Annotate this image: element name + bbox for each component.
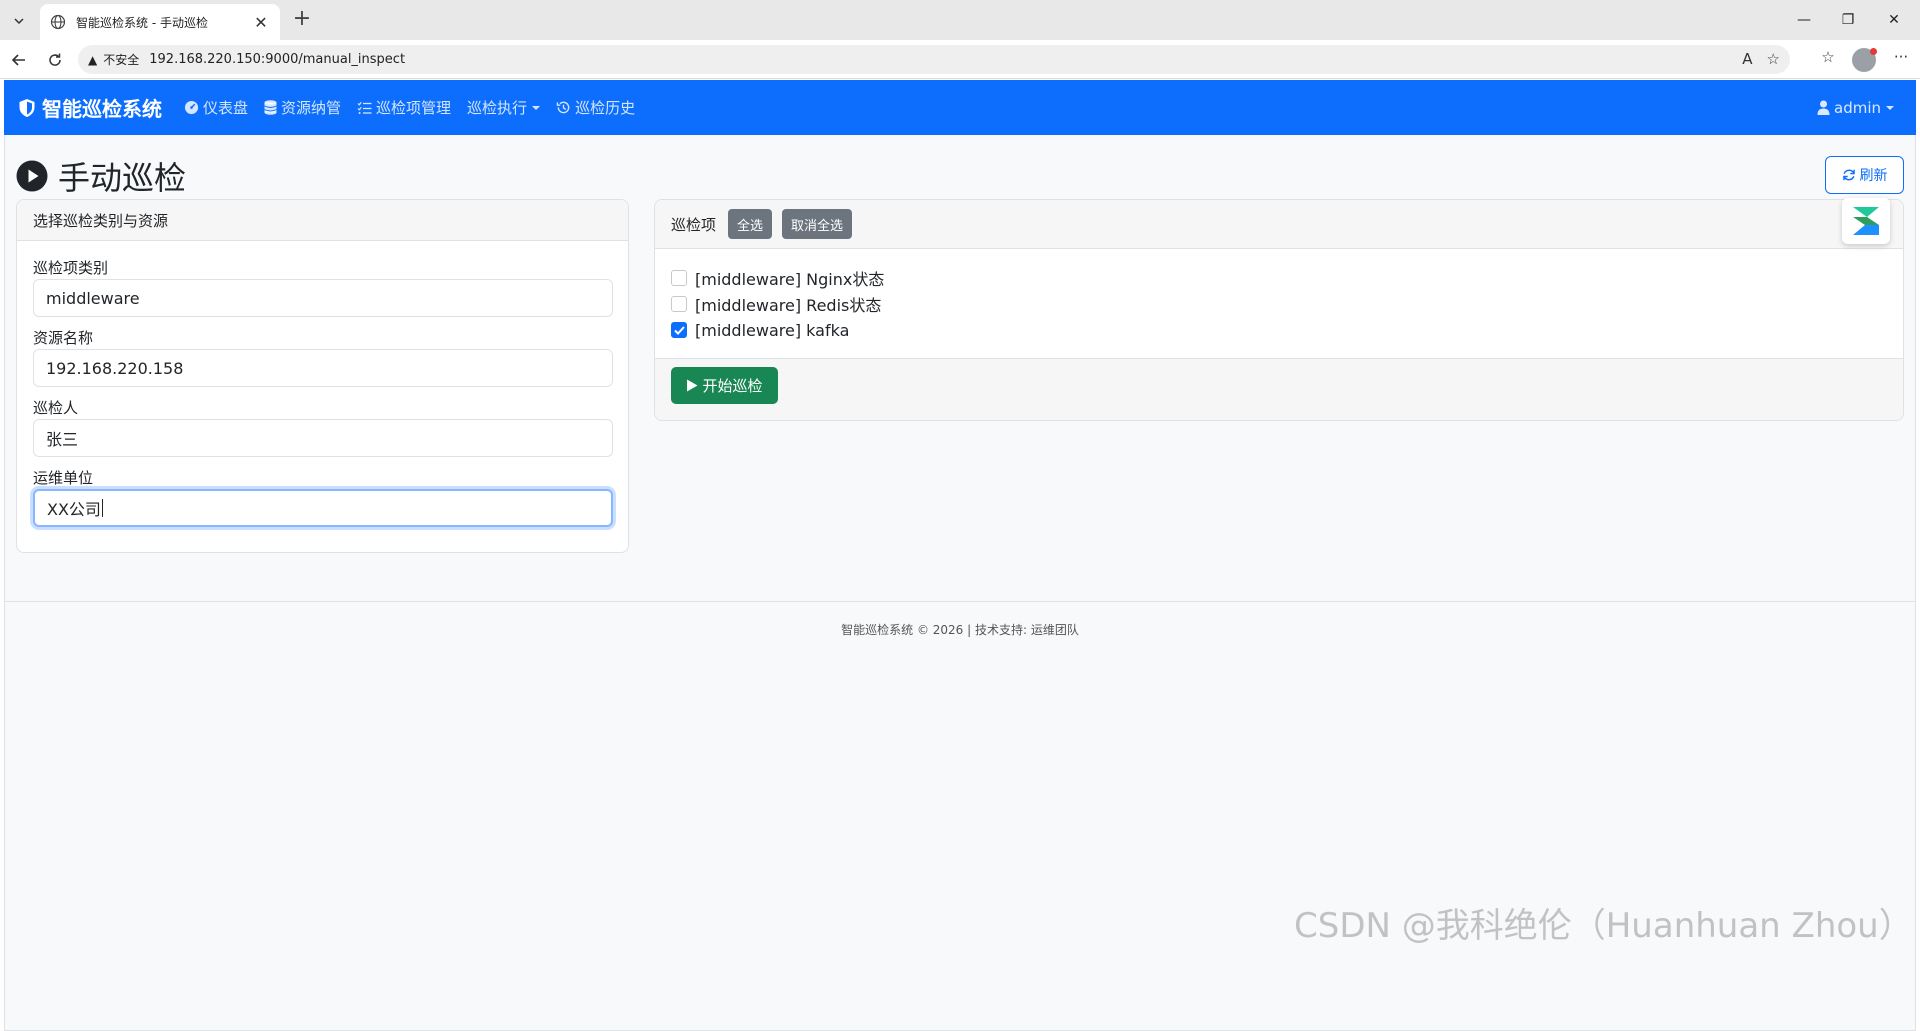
inspect-item-label: [middleware] Redis状态	[695, 296, 882, 315]
nav-link-label: 巡检执行	[467, 99, 528, 117]
text-cursor	[101, 499, 103, 517]
footer-divider	[4, 601, 1916, 602]
window-close-icon[interactable]: ✕	[1872, 6, 1916, 34]
start-inspect-button[interactable]: 开始巡检	[671, 367, 778, 404]
nav-link-inspect-items[interactable]: 巡检项管理	[357, 97, 451, 118]
selection-card-header: 选择巡检类别与资源	[17, 200, 628, 241]
refresh-icon	[1842, 169, 1855, 181]
globe-icon	[50, 14, 66, 30]
check-mark-icon	[673, 325, 685, 335]
user-menu[interactable]: admin	[1817, 80, 1894, 135]
brand-name: 智能巡检系统	[42, 97, 162, 121]
extension-logo-icon	[1853, 207, 1879, 235]
nav-link-resources[interactable]: 资源纳管	[264, 97, 341, 118]
inspect-items-label: 巡检项	[671, 215, 717, 234]
checkbox-unchecked[interactable]	[671, 270, 687, 286]
nav-link-dashboard[interactable]: 仪表盘	[184, 97, 248, 118]
top-navbar: 智能巡检系统 仪表盘 资源纳管 巡检项管理 巡检执行 巡检历史 admin	[4, 80, 1916, 135]
page-title: 手动巡检	[16, 153, 186, 199]
notification-dot	[1870, 48, 1877, 55]
nav-link-label: 巡检历史	[575, 99, 636, 117]
tab-close-icon[interactable]: ✕	[252, 13, 270, 32]
more-menu-icon[interactable]: ···	[1888, 48, 1914, 72]
read-aloud-icon[interactable]: A	[1742, 50, 1752, 68]
url-text[interactable]: 192.168.220.150:9000/manual_inspect	[149, 52, 405, 67]
inspect-items-card-footer: 开始巡检	[655, 358, 1903, 420]
history-icon	[556, 101, 570, 114]
play-circle-icon	[16, 160, 48, 192]
address-bar[interactable]: ▲ 不安全 192.168.220.150:9000/manual_inspec…	[78, 45, 1790, 74]
play-icon	[687, 379, 698, 392]
favorite-star-icon[interactable]: ☆	[1767, 50, 1780, 68]
browser-tabstrip: 智能巡检系统 - 手动巡检 ✕ + — ❐ ✕	[0, 0, 1920, 40]
selection-card: 选择巡检类别与资源 巡检项类别 middleware 资源名称 192.168.…	[16, 199, 629, 553]
resource-name-label: 资源名称	[33, 329, 94, 347]
caret-down-icon	[532, 105, 541, 110]
nav-link-label: 仪表盘	[203, 99, 249, 117]
shield-icon	[19, 98, 35, 117]
inspector-value: 张三	[46, 430, 79, 449]
brand[interactable]: 智能巡检系统	[18, 93, 162, 122]
inspector-input[interactable]: 张三	[33, 419, 613, 457]
select-all-button[interactable]: 全选	[728, 209, 773, 239]
category-label: 巡检项类别	[33, 259, 109, 277]
ops-unit-input[interactable]: XX公司	[33, 489, 613, 527]
inspect-item-label: [middleware] Nginx状态	[695, 270, 885, 289]
warning-triangle-icon: ▲	[88, 52, 98, 67]
list-check-icon	[357, 101, 372, 114]
category-value: middleware	[46, 288, 140, 308]
inspect-items-card-header: 巡检项 全选 取消全选	[655, 200, 1903, 249]
deselect-all-button[interactable]: 取消全选	[782, 209, 853, 239]
inspect-items-card: 巡检项 全选 取消全选 [middleware] Nginx状态 [middle…	[654, 199, 1904, 421]
floating-extension-widget[interactable]	[1842, 198, 1890, 244]
insecure-label: 不安全	[103, 53, 140, 67]
list-item[interactable]: [middleware] kafka	[671, 317, 1887, 343]
footer-text: 智能巡检系统 © 2026 | 技术支持: 运维团队	[841, 623, 1079, 637]
database-icon	[264, 100, 277, 115]
checkbox-checked[interactable]	[671, 322, 687, 338]
page-title-text: 手动巡检	[58, 159, 187, 197]
inspect-item-label: [middleware] kafka	[695, 320, 850, 340]
username: admin	[1834, 98, 1881, 117]
reload-icon[interactable]	[42, 47, 68, 73]
dashboard-icon	[184, 100, 199, 115]
browser-tab[interactable]: 智能巡检系统 - 手动巡检 ✕	[40, 4, 280, 40]
refresh-button[interactable]: 刷新	[1825, 156, 1904, 194]
minimize-icon[interactable]: —	[1782, 6, 1826, 34]
start-inspect-label: 开始巡检	[702, 377, 763, 395]
restore-icon[interactable]: ❐	[1826, 6, 1870, 34]
nav-link-label: 资源纳管	[281, 99, 342, 117]
back-arrow-icon[interactable]	[6, 47, 32, 73]
checkbox-unchecked[interactable]	[671, 296, 687, 312]
nav-link-label: 巡检项管理	[376, 99, 452, 117]
resource-name-value: 192.168.220.158	[46, 358, 184, 378]
list-item[interactable]: [middleware] Redis状态	[671, 291, 1887, 317]
browser-toolbar: ▲ 不安全 192.168.220.150:9000/manual_inspec…	[0, 40, 1920, 79]
ops-unit-value: XX公司	[47, 500, 101, 519]
inspect-items-list: [middleware] Nginx状态 [middleware] Redis状…	[655, 249, 1903, 359]
watermark: CSDN @我科绝伦（Huanhuan Zhou）	[1294, 906, 1913, 946]
tab-search-chevron-icon[interactable]	[6, 9, 32, 33]
refresh-label: 刷新	[1859, 168, 1888, 184]
tab-title: 智能巡检系统 - 手动巡检	[76, 15, 208, 30]
category-input[interactable]: middleware	[33, 279, 613, 317]
nav-link-inspect-exec-dropdown[interactable]: 巡检执行	[467, 97, 541, 118]
ops-unit-label: 运维单位	[33, 469, 94, 487]
caret-down-icon	[1886, 105, 1894, 110]
new-tab-plus-icon[interactable]: +	[288, 6, 316, 34]
user-icon	[1817, 100, 1830, 115]
resource-name-input[interactable]: 192.168.220.158	[33, 349, 613, 387]
list-item[interactable]: [middleware] Nginx状态	[671, 265, 1887, 291]
favorites-icon[interactable]: ☆	[1815, 48, 1841, 72]
inspector-label: 巡检人	[33, 399, 79, 417]
nav-link-history[interactable]: 巡检历史	[556, 97, 635, 118]
